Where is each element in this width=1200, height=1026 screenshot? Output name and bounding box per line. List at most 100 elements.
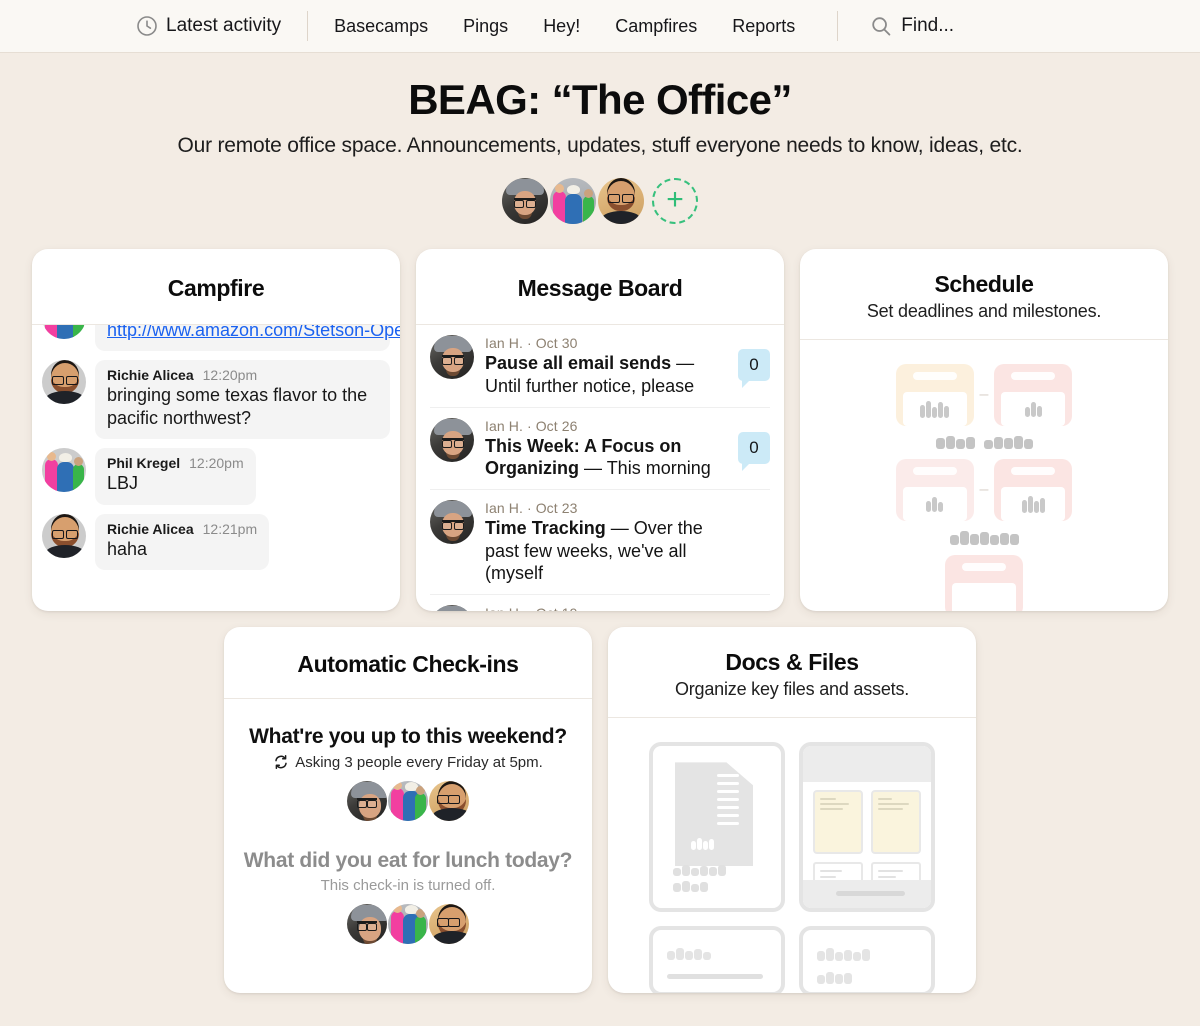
docs-caption (673, 865, 726, 893)
chat-link[interactable]: http://www.amazon.com/Stetson-Open-Road-… (107, 325, 400, 342)
checkin-people (242, 904, 574, 945)
message-board-list[interactable]: Ian H. · Oct 30 Pause all email sends — … (416, 325, 784, 612)
preview-card (813, 790, 863, 855)
schedule-placeholder-chip (945, 555, 1023, 612)
docs-placeholder-preview (799, 742, 935, 913)
chat-author: Phil Kregel (107, 455, 181, 472)
document-icon (675, 762, 753, 867)
message-summary: Pause all email sends — Until further no… (485, 352, 727, 397)
schedule-title: Schedule (934, 271, 1034, 298)
avatar-phil-kregel[interactable] (550, 178, 596, 225)
avatar-ian-h[interactable] (347, 904, 387, 945)
page-subtitle: Our remote office space. Announcements, … (177, 134, 1023, 158)
checkin-people (242, 780, 574, 821)
squiggle-text (817, 972, 852, 985)
message-board-row[interactable]: Ian H. · Oct 19 Reminder: Paste as Plain… (430, 595, 770, 612)
checkins-body: What're you up to this weekend? Asking 3… (224, 699, 592, 945)
avatar-richie-alicea[interactable] (598, 178, 644, 225)
message-title: Time Tracking (485, 518, 606, 539)
project-header: BEAG: “The Office” Our remote office spa… (0, 53, 1200, 225)
schedule-placeholder-chip (895, 459, 974, 522)
chat-timestamp: 12:20pm (202, 367, 258, 384)
chat-bubble: Richie Alicea 12:21pm haha (95, 513, 270, 570)
message-board-row[interactable]: Ian H. · Oct 23 Time Tracking — Over the… (430, 490, 770, 596)
avatar-richie-alicea (42, 513, 86, 558)
chat-message[interactable]: Phil Kregel 12:19pm http://www.amazon.co… (42, 325, 400, 352)
nav-item-campfires[interactable]: Campfires (615, 16, 697, 37)
message-meta: Ian H. · Oct 19 (485, 605, 727, 611)
nav-item-pings[interactable]: Pings (463, 16, 508, 37)
checkin-status-note: This check-in is turned off. (242, 877, 574, 894)
docs-title: Docs & Files (725, 649, 859, 676)
avatar-ian-h (430, 500, 474, 545)
nav-item-basecamps[interactable]: Basecamps (334, 16, 428, 37)
campfire-header: Campfire (32, 249, 400, 326)
checkin-question: What're you up to this weekend? (249, 725, 567, 749)
squiggle-text (1024, 401, 1042, 417)
chat-message[interactable]: Richie Alicea 12:21pm haha (42, 513, 390, 570)
docs-subtitle: Organize key files and assets. (674, 679, 910, 700)
avatar-ian-h[interactable] (502, 178, 548, 225)
avatar-ian-h (430, 417, 474, 462)
message-board-row[interactable]: Ian H. · Oct 30 Pause all email sends — … (430, 325, 770, 408)
preview-footer-bar (803, 880, 931, 909)
checkins-header: Automatic Check-ins (224, 627, 592, 700)
squiggle-text (926, 496, 944, 512)
card-campfire[interactable]: Campfire Phil Kregel 12:19pm http://www.… (32, 249, 400, 612)
schedule-subtitle: Set deadlines and milestones. (866, 301, 1102, 322)
message-board-title: Message Board (517, 275, 683, 302)
schedule-dash: – (979, 481, 989, 499)
card-message-board[interactable]: Message Board Ian H. · Oct 30 Pause all … (416, 249, 784, 612)
schedule-header: Schedule Set deadlines and milestones. (800, 249, 1168, 341)
message-title: Pause all email sends (485, 353, 672, 374)
checkins-title: Automatic Check-ins (297, 651, 519, 678)
schedule-placeholder-chip (895, 364, 974, 427)
chat-timestamp: 12:21pm (202, 520, 258, 537)
schedule-placeholder-row: – (895, 459, 1073, 522)
campfire-message-list[interactable]: Phil Kregel 12:19pm http://www.amazon.co… (32, 325, 400, 607)
chat-timestamp: 12:20pm (189, 455, 244, 472)
nav-divider-left (307, 11, 309, 41)
chat-author: Richie Alicea (107, 520, 194, 537)
avatar-phil-kregel[interactable] (388, 904, 428, 945)
top-navigation-bar: Latest activity Basecamps Pings Hey! Cam… (0, 0, 1200, 53)
docs-illustration (649, 742, 935, 994)
campfire-title: Campfire (167, 275, 265, 302)
schedule-dash: – (979, 386, 989, 404)
avatar-ian-h[interactable] (347, 780, 387, 821)
schedule-placeholder-chip (994, 364, 1073, 427)
docs-placeholder (608, 718, 976, 994)
search-button[interactable]: Find... (870, 15, 954, 37)
search-label: Find... (901, 15, 955, 36)
nav-item-hey[interactable]: Hey! (543, 16, 580, 37)
avatar-phil-kregel[interactable] (388, 780, 428, 821)
chat-message[interactable]: Phil Kregel 12:20pm LBJ (42, 448, 390, 505)
squiggle-text (673, 865, 726, 877)
nav-item-reports[interactable]: Reports (732, 16, 795, 37)
card-schedule[interactable]: Schedule Set deadlines and milestones. – (800, 249, 1168, 612)
squiggle-text (949, 531, 1019, 546)
chat-text: LBJ (107, 473, 139, 494)
card-docs-and-files[interactable]: Docs & Files Organize key files and asse… (608, 627, 976, 994)
chat-text: haha (107, 538, 148, 559)
chat-bubble: Richie Alicea 12:20pm bringing some texa… (95, 360, 390, 440)
checkin-question-block[interactable]: What did you eat for lunch today? This c… (242, 849, 574, 945)
avatar-phil-kregel (42, 448, 86, 493)
card-automatic-checkins[interactable]: Automatic Check-ins What're you up to th… (224, 627, 592, 994)
chat-message[interactable]: Richie Alicea 12:20pm bringing some texa… (42, 360, 390, 440)
squiggle-text (1021, 495, 1045, 513)
add-person-button[interactable]: + (652, 178, 698, 225)
nav-latest-activity-label: Latest activity (166, 15, 282, 36)
avatar-richie-alicea[interactable] (429, 904, 469, 945)
clock-icon (136, 15, 158, 37)
nav-item-latest-activity[interactable]: Latest activity (136, 15, 281, 37)
tools-row-top: Campfire Phil Kregel 12:19pm http://www.… (0, 249, 1200, 612)
message-board-row[interactable]: Ian H. · Oct 26 This Week: A Focus on Or… (430, 408, 770, 491)
squiggle-text (667, 948, 711, 961)
avatar-ian-h (430, 335, 474, 380)
avatar-richie-alicea[interactable] (429, 780, 469, 821)
squiggle-text (920, 400, 950, 418)
schedule-placeholder-row (945, 555, 1023, 612)
checkin-question-block[interactable]: What're you up to this weekend? Asking 3… (242, 725, 574, 821)
message-summary: This Week: A Focus on Organizing — This … (485, 435, 727, 480)
